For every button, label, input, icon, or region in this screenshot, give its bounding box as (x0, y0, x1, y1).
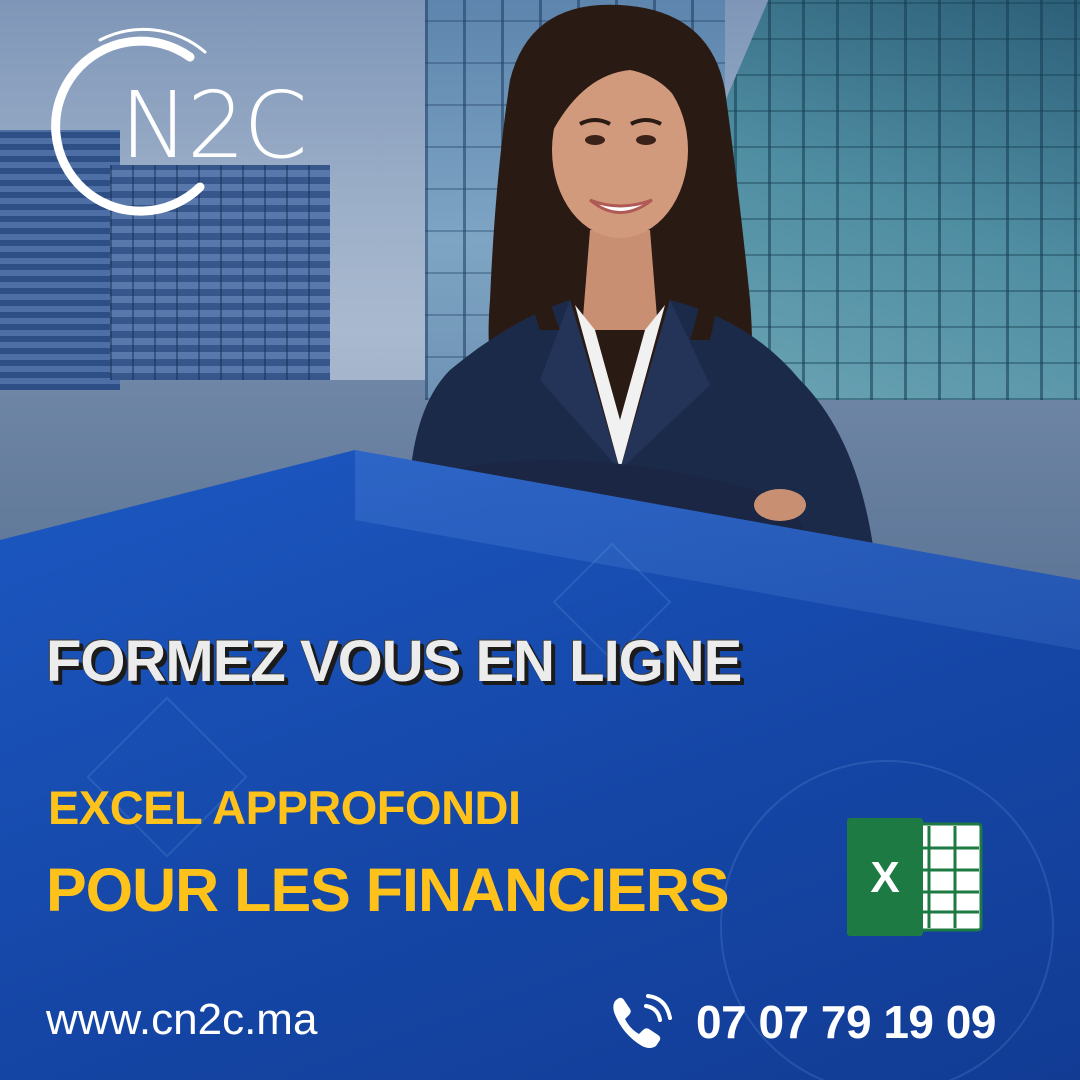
website-link[interactable]: www.cn2c.ma (46, 995, 317, 1045)
phone-number[interactable]: 07 07 79 19 09 (696, 995, 996, 1049)
course-title-line-2: POUR LES FINANCIERS (46, 856, 730, 924)
promo-banner: N2C FORMEZ VOUS EN LIGNE EXCEL APPROFOND… (0, 0, 1080, 1080)
headline: FORMEZ VOUS EN LIGNE (46, 629, 742, 694)
svg-text:X: X (870, 853, 899, 902)
cn2c-logo: N2C (40, 22, 320, 222)
phone-icon (613, 994, 672, 1048)
course-title-line-1: EXCEL APPROFONDI (48, 781, 521, 834)
logo-text: N2C (120, 72, 308, 179)
excel-icon: X (847, 818, 983, 936)
